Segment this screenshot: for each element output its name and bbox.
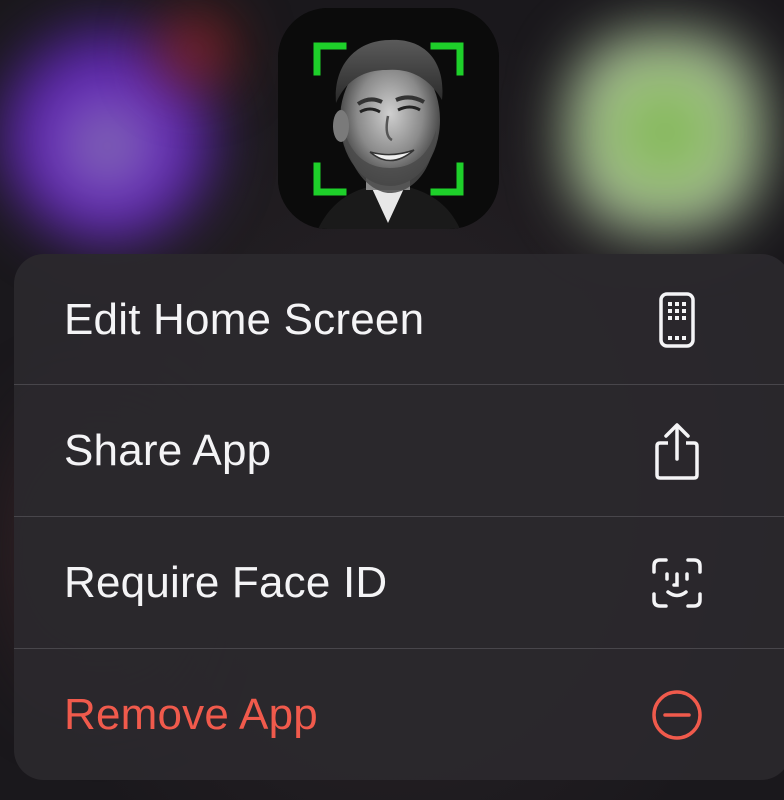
blurred-app-icon-right bbox=[565, 30, 765, 235]
menu-item-label: Edit Home Screen bbox=[64, 294, 425, 344]
menu-item-label: Remove App bbox=[64, 689, 318, 739]
face-scan-app-icon bbox=[278, 8, 499, 229]
menu-item-edit-home-screen[interactable]: Edit Home Screen bbox=[14, 254, 784, 385]
menu-item-label: Require Face ID bbox=[64, 557, 388, 607]
share-icon bbox=[647, 421, 707, 481]
home-screen-edit-icon bbox=[647, 290, 707, 350]
blurred-badge bbox=[150, 10, 240, 90]
face-id-icon bbox=[647, 553, 707, 613]
menu-item-label: Share App bbox=[64, 425, 272, 475]
menu-item-require-face-id[interactable]: Require Face ID bbox=[14, 517, 784, 648]
menu-item-share-app[interactable]: Share App bbox=[14, 385, 784, 516]
focused-app-icon[interactable] bbox=[278, 8, 499, 229]
app-context-menu: Edit Home Screen Share App Require Face … bbox=[14, 254, 784, 780]
menu-item-remove-app[interactable]: Remove App bbox=[14, 649, 784, 780]
minus-circle-icon bbox=[647, 685, 707, 745]
